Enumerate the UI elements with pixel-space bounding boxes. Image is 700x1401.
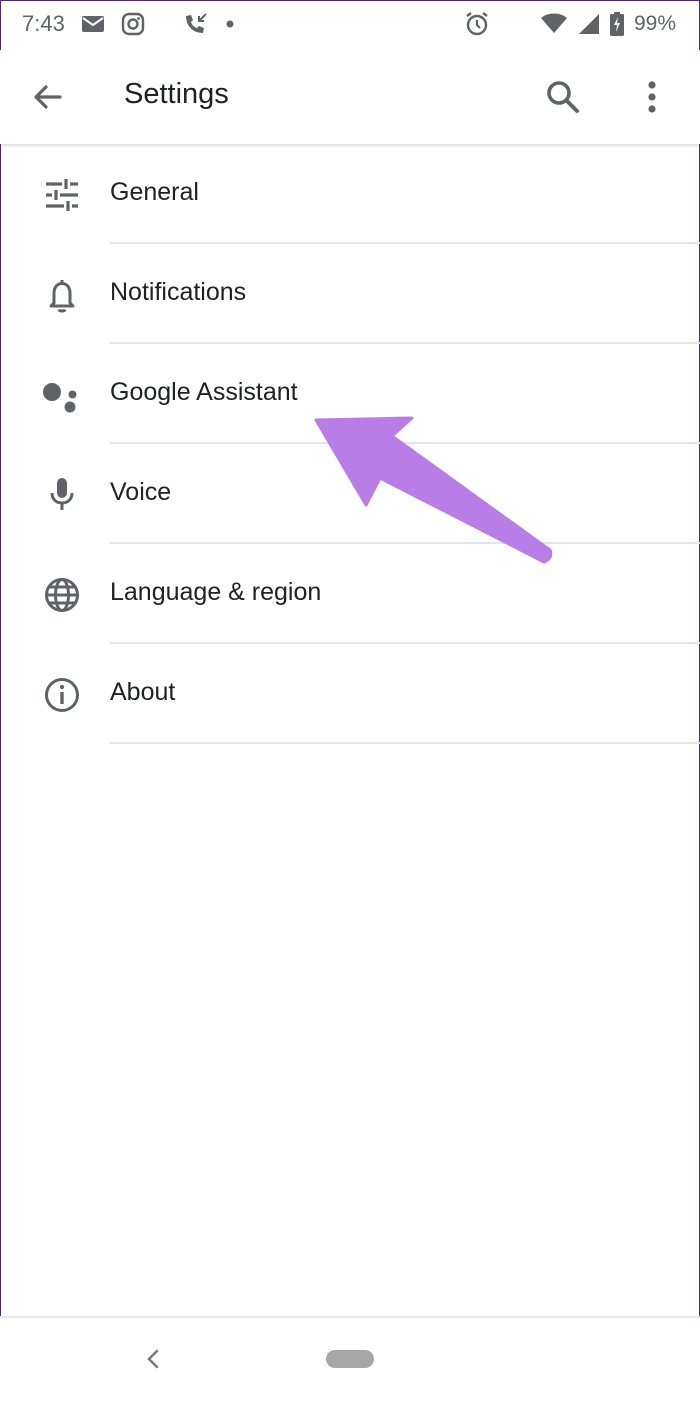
- settings-item-label: About: [110, 678, 176, 706]
- nav-home-button[interactable]: [326, 1350, 374, 1368]
- settings-item-notifications[interactable]: Notifications: [0, 244, 700, 344]
- tune-icon: [42, 175, 82, 215]
- search-button[interactable]: [542, 76, 584, 118]
- nav-back-button[interactable]: [140, 1344, 166, 1374]
- mic-icon: [42, 475, 82, 515]
- navigation-bar: [0, 1316, 700, 1401]
- battery-percent: 99%: [633, 12, 676, 35]
- page-title: Settings: [124, 78, 229, 110]
- status-time: 7:43: [22, 11, 65, 36]
- settings-item-general[interactable]: General: [0, 144, 700, 244]
- arrow-shape: [314, 416, 553, 564]
- app-bar: Settings: [0, 50, 700, 144]
- back-arrow-icon: [34, 85, 62, 109]
- settings-item-label: Voice: [110, 478, 172, 506]
- annotation-arrow: [314, 416, 553, 564]
- missed-call-icon: [183, 12, 209, 36]
- info-icon: [42, 675, 82, 715]
- bell-icon: [42, 275, 82, 315]
- instagram-icon: [121, 12, 145, 36]
- notification-dot-icon: [225, 19, 235, 29]
- status-bar: 7:43 99%: [0, 0, 700, 50]
- email-icon: [81, 14, 105, 34]
- settings-item-label: Google Assistant: [110, 378, 298, 406]
- assistant-icon: [42, 375, 82, 415]
- wifi-icon: [540, 13, 568, 35]
- settings-item-label: General: [110, 178, 199, 206]
- battery-charging-icon: [609, 12, 624, 36]
- chevron-left-icon: [147, 1349, 159, 1369]
- globe-icon: [42, 575, 82, 615]
- signal-icon: [578, 13, 600, 35]
- settings-item-label: Language & region: [110, 578, 322, 606]
- more-options-button[interactable]: [632, 76, 672, 118]
- divider: [110, 742, 700, 744]
- settings-item-label: Notifications: [110, 278, 247, 306]
- search-icon: [547, 81, 579, 113]
- more-vert-icon: [648, 81, 656, 113]
- alarm-icon: [464, 11, 490, 37]
- settings-item-about[interactable]: About: [0, 644, 700, 744]
- back-button[interactable]: [28, 77, 68, 117]
